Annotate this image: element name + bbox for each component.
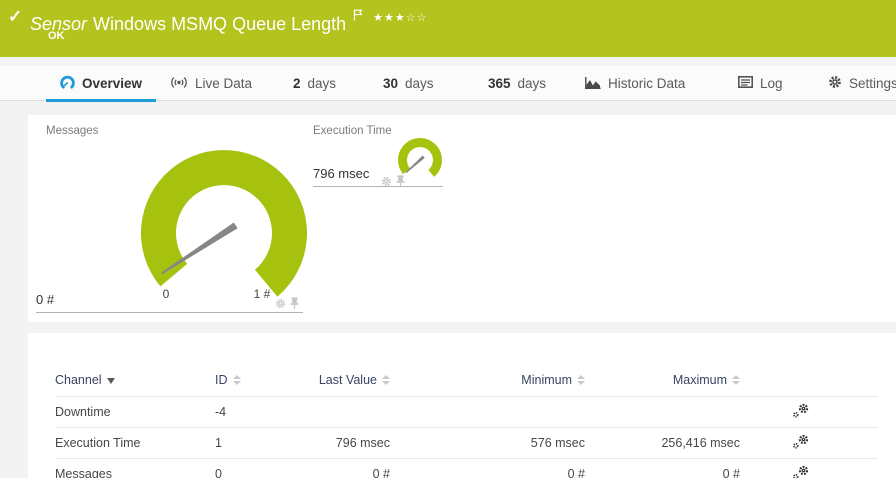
tab-label: days xyxy=(517,76,547,91)
gauge-icon xyxy=(60,75,75,93)
messages-gauge-label: Messages xyxy=(46,125,99,137)
tab-settings[interactable]: Settings xyxy=(816,66,896,101)
channel-minimum xyxy=(390,396,585,428)
channel-last-value: 0 # xyxy=(300,458,390,478)
sort-icon[interactable] xyxy=(577,375,585,385)
channel-name[interactable]: Messages xyxy=(55,458,215,478)
channel-name[interactable]: Downtime xyxy=(55,396,215,428)
sensor-name: Windows MSMQ Queue Length xyxy=(93,14,347,34)
tab-label: Overview xyxy=(82,76,143,91)
sort-desc-icon[interactable] xyxy=(106,378,115,384)
sort-icon[interactable] xyxy=(732,375,740,385)
channel-id: -4 xyxy=(215,396,300,428)
edit-channel-icon[interactable] xyxy=(792,434,810,452)
table-header-row: Channel ID Last Value Minimum Maximum xyxy=(55,369,878,397)
tab-number: 365 xyxy=(488,76,511,91)
divider xyxy=(36,312,303,313)
channel-last-value: 796 msec xyxy=(300,427,390,459)
tab-overview[interactable]: Overview xyxy=(46,66,157,102)
gauges-panel: Messages 0 1 # 0 # Execution Time 796 ms… xyxy=(28,115,896,322)
tab-label: Log xyxy=(760,76,783,91)
tab-live-data[interactable]: Live Data xyxy=(158,66,264,101)
channel-last-value xyxy=(300,396,390,428)
channel-id: 1 xyxy=(215,427,300,459)
channel-table-panel: Channel ID Last Value Minimum Maximum Do… xyxy=(28,333,896,478)
divider xyxy=(313,186,443,187)
page-title: Sensor Windows MSMQ Queue Length ★★★☆☆ xyxy=(30,5,427,35)
column-header-channel[interactable]: Channel xyxy=(55,373,102,387)
channel-minimum: 576 msec xyxy=(390,427,585,459)
gear-icon xyxy=(828,75,842,92)
table-row: Messages 0 0 # 0 # 0 # xyxy=(55,458,878,478)
channel-name[interactable]: Execution Time xyxy=(55,427,215,459)
tab-label: Live Data xyxy=(195,76,253,91)
tab-label: Historic Data xyxy=(608,76,686,91)
channel-maximum: 256,416 msec xyxy=(585,427,740,459)
execution-time-gauge-tools xyxy=(381,174,405,192)
channel-id: 0 xyxy=(215,458,300,478)
area-chart-icon xyxy=(585,76,601,92)
column-header-last-value[interactable]: Last Value xyxy=(319,373,377,387)
tab-log[interactable]: Log xyxy=(726,66,795,101)
tab-365-days[interactable]: 365 days xyxy=(476,66,558,101)
column-header-minimum[interactable]: Minimum xyxy=(521,373,572,387)
edit-channel-icon[interactable] xyxy=(792,465,810,478)
channel-table: Channel ID Last Value Minimum Maximum Do… xyxy=(55,369,878,478)
log-icon xyxy=(738,76,753,91)
tab-historic-data[interactable]: Historic Data xyxy=(573,66,697,101)
tab-bar: Overview Live Data 2 days 30 days 365 da… xyxy=(0,66,896,102)
live-data-icon xyxy=(170,76,188,92)
gauge-needle xyxy=(405,155,425,174)
channel-minimum: 0 # xyxy=(390,458,585,478)
messages-current-value: 0 # xyxy=(36,292,55,307)
messages-gauge[interactable] xyxy=(124,142,324,312)
channel-maximum: 0 # xyxy=(585,458,740,478)
execution-time-current-value: 796 msec xyxy=(313,166,370,181)
pin-icon[interactable] xyxy=(396,174,405,192)
channel-maximum xyxy=(585,396,740,428)
tab-label: Settings xyxy=(849,76,896,91)
execution-time-gauge-label: Execution Time xyxy=(313,125,392,137)
tab-30-days[interactable]: 30 days xyxy=(371,66,446,101)
sort-icon[interactable] xyxy=(382,375,390,385)
table-row: Downtime -4 xyxy=(55,396,878,428)
status-badge: OK xyxy=(48,30,65,42)
sensor-header: ✓ Sensor Windows MSMQ Queue Length ★★★☆☆ O… xyxy=(0,0,896,57)
gear-icon[interactable] xyxy=(381,174,392,192)
tab-label: days xyxy=(405,76,434,91)
tab-number: 30 xyxy=(383,76,399,91)
edit-channel-icon[interactable] xyxy=(792,403,810,421)
gauge-min-label: 0 xyxy=(162,287,170,301)
tab-2-days[interactable]: 2 days xyxy=(281,66,348,101)
column-header-id[interactable]: ID xyxy=(215,373,228,387)
gauge-max-label: 1 # xyxy=(253,287,271,301)
flag-icon[interactable] xyxy=(353,5,363,25)
tab-number: 2 xyxy=(293,76,301,91)
status-check-icon: ✓ xyxy=(8,7,23,26)
table-row: Execution Time 1 796 msec 576 msec 256,4… xyxy=(55,427,878,459)
tab-label: days xyxy=(307,76,337,91)
sort-icon[interactable] xyxy=(232,375,241,385)
column-header-maximum[interactable]: Maximum xyxy=(673,373,727,387)
priority-stars[interactable]: ★★★☆☆ xyxy=(373,12,427,24)
